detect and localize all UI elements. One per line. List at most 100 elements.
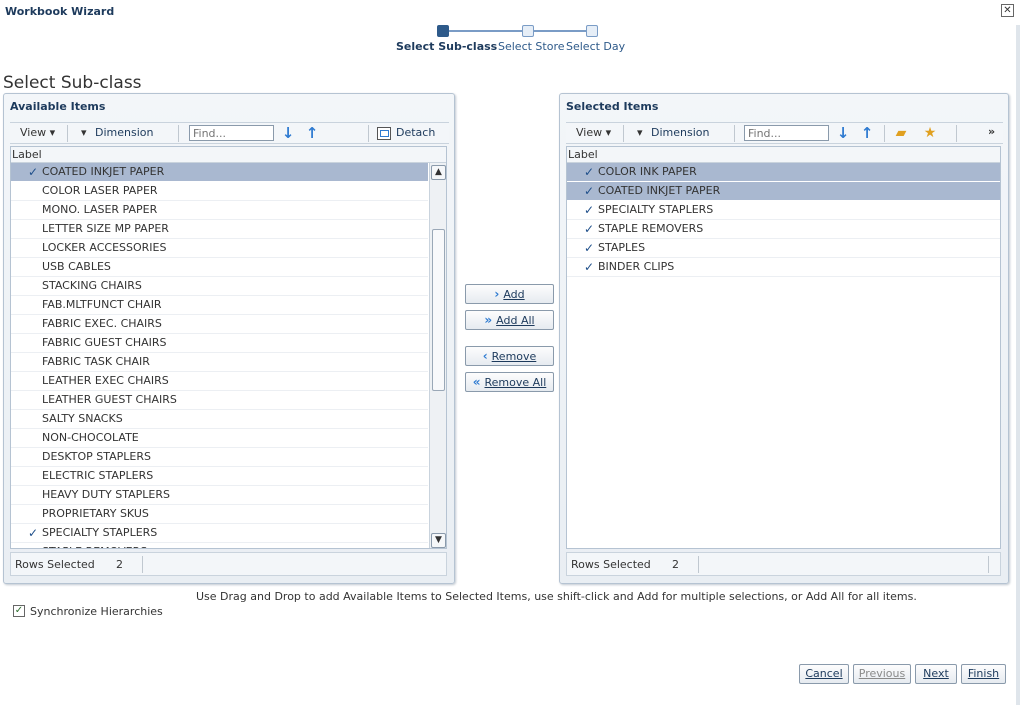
table-row[interactable]: ✓ COATED INKJET PAPER <box>11 163 428 182</box>
toolbar-separator <box>734 125 735 142</box>
table-row[interactable]: ELECTRIC STAPLERS <box>11 467 428 486</box>
scrollbar[interactable]: ▲ ▼ <box>429 163 446 548</box>
train-label-select-store[interactable]: Select Store <box>498 40 565 53</box>
synchronize-checkbox[interactable]: ✓ <box>13 605 25 617</box>
arrow-up-icon[interactable]: ↑ <box>859 125 875 141</box>
rows-selected-label: Rows Selected <box>571 558 651 571</box>
table-row[interactable]: ✓ BINDER CLIPS <box>567 258 1000 277</box>
train-stop-select-sub-class[interactable] <box>437 25 449 37</box>
chevron-down-icon: ▾ <box>637 126 643 139</box>
checkmark-icon: ✓ <box>28 543 38 548</box>
row-label: COLOR LASER PAPER <box>42 184 158 197</box>
train-connector <box>534 30 593 32</box>
table-row[interactable]: USB CABLES <box>11 258 428 277</box>
table-row[interactable]: COLOR LASER PAPER <box>11 182 428 201</box>
star-add-icon[interactable]: ★ <box>921 125 939 142</box>
table-row[interactable]: ✓ SPECIALTY STAPLERS <box>567 201 1000 220</box>
synchronize-label: Synchronize Hierarchies <box>30 605 163 618</box>
arrow-down-icon[interactable]: ↓ <box>835 125 851 141</box>
arrow-down-icon[interactable]: ↓ <box>280 125 296 141</box>
table-row[interactable]: PROPRIETARY SKUS <box>11 505 428 524</box>
row-label: HEAVY DUTY STAPLERS <box>42 488 170 501</box>
table-row[interactable]: ✓ SPECIALTY STAPLERS <box>11 524 428 543</box>
column-header-label[interactable]: Label <box>567 147 1000 163</box>
find-input[interactable] <box>744 125 829 141</box>
checkmark-icon: ✓ <box>584 260 595 274</box>
add-all-label: Add All <box>496 314 535 327</box>
detach-button[interactable]: Detach <box>396 126 435 139</box>
row-label: STAPLE REMOVERS <box>598 222 704 235</box>
table-row[interactable]: LOCKER ACCESSORIES <box>11 239 428 258</box>
previous-button[interactable]: Previous <box>853 664 911 684</box>
column-header-label[interactable]: Label <box>11 147 446 163</box>
row-label: FAB.MLTFUNCT CHAIR <box>42 298 162 311</box>
row-label: SPECIALTY STAPLERS <box>598 203 714 216</box>
chevron-down-icon: ▾ <box>605 126 612 139</box>
train-stop-select-store[interactable] <box>522 25 534 37</box>
scroll-up-icon[interactable]: ▲ <box>431 165 446 180</box>
table-row[interactable]: ✓ COLOR INK PAPER <box>567 163 1000 182</box>
window-title: Workbook Wizard <box>5 5 115 18</box>
arrow-up-icon[interactable]: ↑ <box>304 125 320 141</box>
remove-button[interactable]: ‹ Remove <box>465 346 554 366</box>
find-input[interactable] <box>189 125 274 141</box>
add-button[interactable]: › Add <box>465 284 554 304</box>
next-button[interactable]: Next <box>915 664 957 684</box>
close-icon[interactable]: ✕ <box>1001 4 1014 17</box>
more-icon[interactable]: » <box>988 125 995 138</box>
table-row[interactable]: NON-CHOCOLATE <box>11 429 428 448</box>
train-label-select-day[interactable]: Select Day <box>566 40 625 53</box>
view-menu[interactable]: View ▾ <box>20 126 55 139</box>
view-menu[interactable]: View ▾ <box>576 126 611 139</box>
table-row[interactable]: ✓ COATED INKJET PAPER <box>567 182 1000 201</box>
available-toolbar: View ▾ ▾ Dimension ↓ ↑ Detach <box>10 122 449 144</box>
dimension-menu[interactable]: ▾ Dimension <box>81 126 154 139</box>
checkmark-icon: ✓ <box>584 222 595 236</box>
table-row[interactable]: MONO. LASER PAPER <box>11 201 428 220</box>
page-title: Select Sub-class <box>3 73 142 93</box>
available-footer: Rows Selected 2 <box>10 552 447 576</box>
row-label: LEATHER GUEST CHAIRS <box>42 393 177 406</box>
rows-selected-count: 2 <box>672 558 679 571</box>
chevron-down-icon: ▾ <box>81 126 87 139</box>
scroll-down-icon[interactable]: ▼ <box>431 533 446 548</box>
table-row[interactable]: STACKING CHAIRS <box>11 277 428 296</box>
toolbar-separator <box>956 125 957 142</box>
train-stop-select-day[interactable] <box>586 25 598 37</box>
toolbar-separator <box>67 125 68 142</box>
row-label: COATED INKJET PAPER <box>598 184 721 197</box>
toolbar-separator <box>368 125 369 142</box>
table-row[interactable]: FABRIC GUEST CHAIRS <box>11 334 428 353</box>
folder-open-icon[interactable]: ▰ <box>892 125 910 142</box>
detach-icon[interactable] <box>377 127 391 140</box>
remove-all-button[interactable]: «Remove All <box>465 372 554 392</box>
table-row[interactable]: SALTY SNACKS <box>11 410 428 429</box>
finish-button[interactable]: Finish <box>961 664 1006 684</box>
table-row[interactable]: ✓ STAPLES <box>567 239 1000 258</box>
scroll-thumb[interactable] <box>432 229 445 391</box>
table-row[interactable]: ✓STAPLE REMOVERS <box>11 543 428 548</box>
table-row[interactable]: FAB.MLTFUNCT CHAIR <box>11 296 428 315</box>
table-row[interactable]: DESKTOP STAPLERS <box>11 448 428 467</box>
available-items-table: Label ✓ COATED INKJET PAPER COLOR LASER PA… <box>10 146 447 549</box>
train-label-select-sub-class[interactable]: Select Sub-class <box>396 40 497 53</box>
dimension-menu[interactable]: ▾ Dimension <box>637 126 710 139</box>
row-label: SPECIALTY STAPLERS <box>42 526 158 539</box>
row-label: PROPRIETARY SKUS <box>42 507 149 520</box>
row-label: STAPLES <box>598 241 646 254</box>
toolbar-separator <box>884 125 885 142</box>
table-row[interactable]: ✓STAPLE REMOVERS <box>567 220 1000 239</box>
add-all-button[interactable]: » Add All <box>465 310 554 330</box>
table-row[interactable]: LETTER SIZE MP PAPER <box>11 220 428 239</box>
table-row[interactable]: FABRIC TASK CHAIR <box>11 353 428 372</box>
table-row[interactable]: LEATHER GUEST CHAIRS <box>11 391 428 410</box>
footer-separator <box>698 556 699 573</box>
table-row[interactable]: HEAVY DUTY STAPLERS <box>11 486 428 505</box>
table-row[interactable]: LEATHER EXEC CHAIRS <box>11 372 428 391</box>
cancel-button[interactable]: Cancel <box>799 664 849 684</box>
selected-items-panel: Selected Items View ▾ ▾ Dimension ↓ ↑ ▰ … <box>559 93 1009 584</box>
table-row[interactable]: FABRIC EXEC. CHAIRS <box>11 315 428 334</box>
double-chevron-right-icon: » <box>484 313 493 327</box>
window-border <box>1016 25 1020 705</box>
train-connector <box>448 30 528 32</box>
